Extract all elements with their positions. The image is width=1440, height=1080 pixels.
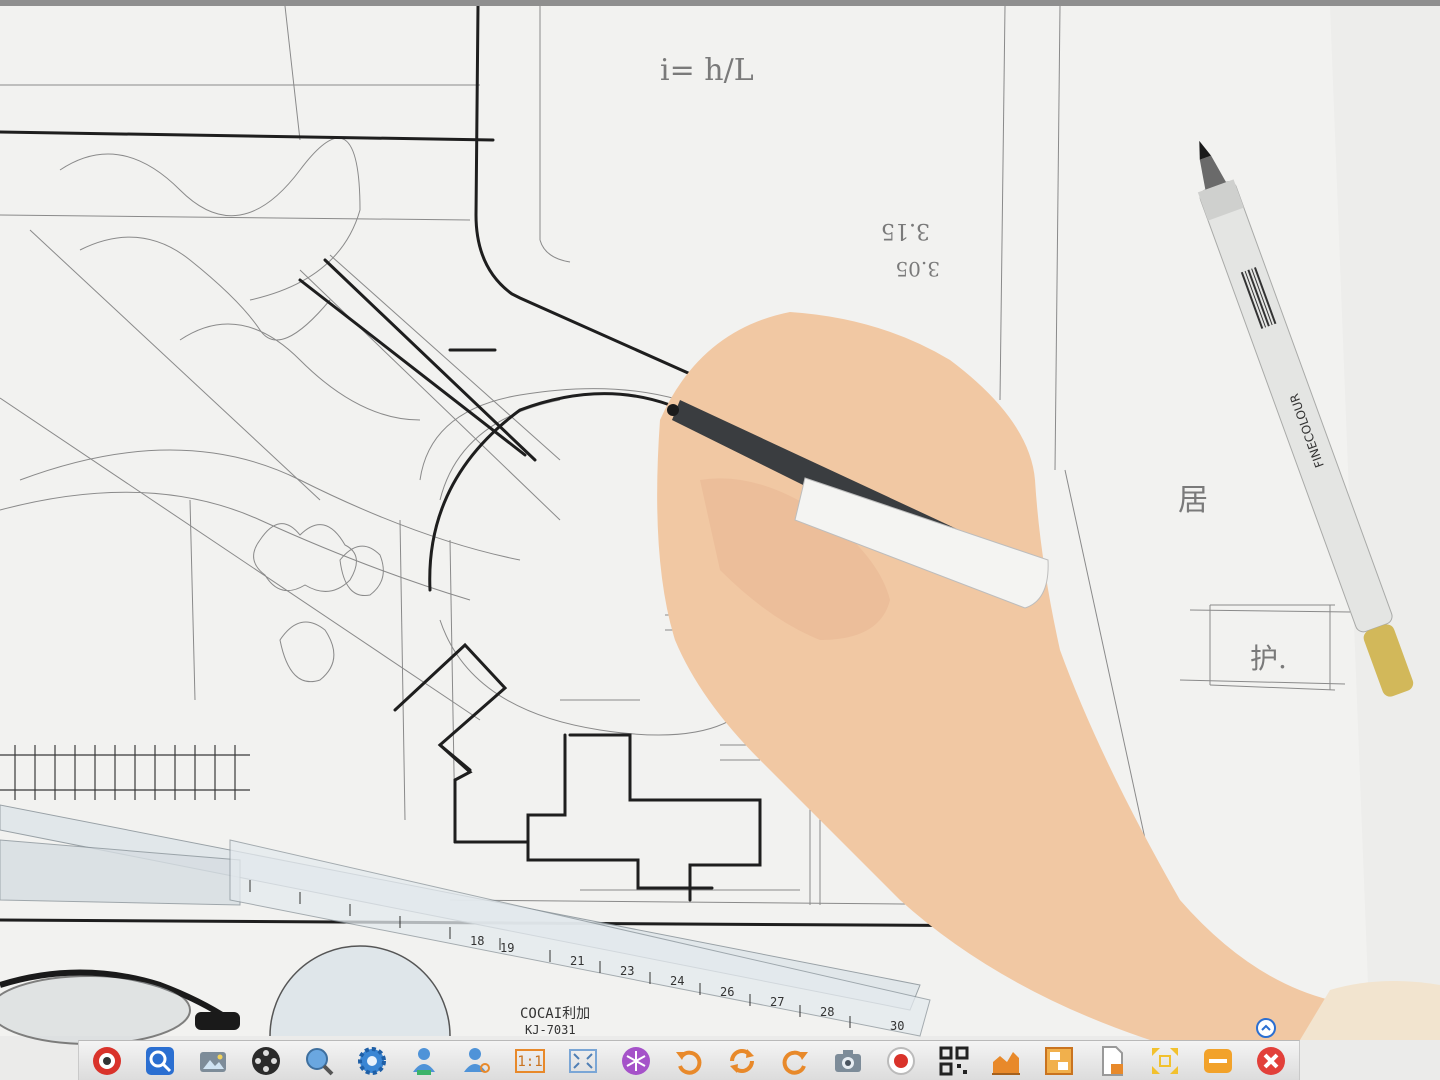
ruler-model: KJ-7031 (525, 1023, 576, 1037)
webcam-icon (93, 1046, 121, 1075)
rotate-right-icon (782, 1050, 808, 1075)
ruler-mark: 18 (470, 934, 484, 948)
document-button[interactable] (1092, 1042, 1132, 1080)
refresh-button[interactable] (722, 1042, 762, 1080)
image-compare-icon (1045, 1046, 1074, 1075)
area-chart-icon (992, 1051, 1021, 1075)
chart-button[interactable] (986, 1042, 1026, 1080)
fit-screen-button[interactable] (563, 1042, 603, 1080)
ruler-mark: 24 (670, 974, 684, 988)
qr-button[interactable] (934, 1042, 974, 1080)
expand-button[interactable] (1145, 1042, 1185, 1080)
image-compare-button[interactable] (1039, 1042, 1079, 1080)
ruler-mark: 26 (720, 985, 734, 999)
rotate-left-icon (675, 1050, 702, 1075)
ruler-mark: 19 (500, 941, 514, 955)
settings-button[interactable] (352, 1042, 392, 1080)
gear-icon (357, 1046, 386, 1075)
chevron-up-icon (1261, 1024, 1271, 1031)
rotate-right-button[interactable] (775, 1042, 815, 1080)
search-globe-icon (305, 1047, 334, 1075)
capture-button[interactable] (828, 1042, 868, 1080)
snowflake-icon (622, 1046, 651, 1075)
ruler-mark: 23 (620, 964, 634, 978)
close-icon (1256, 1046, 1285, 1075)
effects-button[interactable] (616, 1042, 656, 1080)
document-icon (1102, 1045, 1124, 1076)
film-button[interactable] (246, 1042, 286, 1080)
magnifier-icon (145, 1046, 174, 1075)
collapse-toolbar-button[interactable] (1256, 1018, 1276, 1038)
actual-size-icon: 1:1 (515, 1048, 546, 1073)
person-upload-icon (413, 1047, 436, 1075)
refresh-icon (729, 1048, 754, 1073)
bottom-toolbar: 1:1 (78, 1040, 1300, 1080)
ruler-brand: COCAI利加 (520, 1006, 590, 1022)
minimize-icon (1204, 1048, 1233, 1073)
film-reel-icon (251, 1046, 280, 1075)
actual-size-label: 1:1 (518, 1054, 543, 1070)
note-elevation-2: 3.05 (895, 257, 940, 281)
magnifier-button[interactable] (140, 1042, 180, 1080)
ruler-mark: 28 (820, 1005, 834, 1019)
note-elevation-1: 3.15 (881, 218, 930, 243)
webcam-button[interactable] (87, 1042, 127, 1080)
person-search-icon (464, 1047, 491, 1073)
capture-camera-icon (834, 1049, 861, 1072)
ruler-mark: 27 (770, 995, 784, 1009)
actual-size-button[interactable]: 1:1 (510, 1042, 550, 1080)
photo-button[interactable] (193, 1042, 233, 1080)
photo-icon (199, 1051, 226, 1072)
note-char-1: 居 (1178, 483, 1208, 518)
record-icon (886, 1046, 915, 1075)
qr-code-icon (939, 1046, 968, 1075)
close-button[interactable] (1251, 1042, 1291, 1080)
expand-arrows-icon (1152, 1047, 1179, 1074)
document-camera-feed: i= h/L 3.15 3.05 居 护. FINECOLOUR COCAI利加… (0, 0, 1440, 1080)
record-button[interactable] (881, 1042, 921, 1080)
minimize-button[interactable] (1198, 1042, 1238, 1080)
person-search-button[interactable] (457, 1042, 497, 1080)
note-char-2: 护. (1250, 642, 1287, 675)
rotate-left-button[interactable] (669, 1042, 709, 1080)
fit-screen-icon (569, 1048, 598, 1073)
camera-viewport: i= h/L 3.15 3.05 居 护. FINECOLOUR COCAI利加… (0, 0, 1440, 1080)
ruler-mark: 21 (570, 954, 584, 968)
search-globe-button[interactable] (299, 1042, 339, 1080)
ruler-mark: 30 (890, 1019, 904, 1033)
person-upload-button[interactable] (404, 1042, 444, 1080)
note-formula: i= h/L (660, 53, 754, 88)
